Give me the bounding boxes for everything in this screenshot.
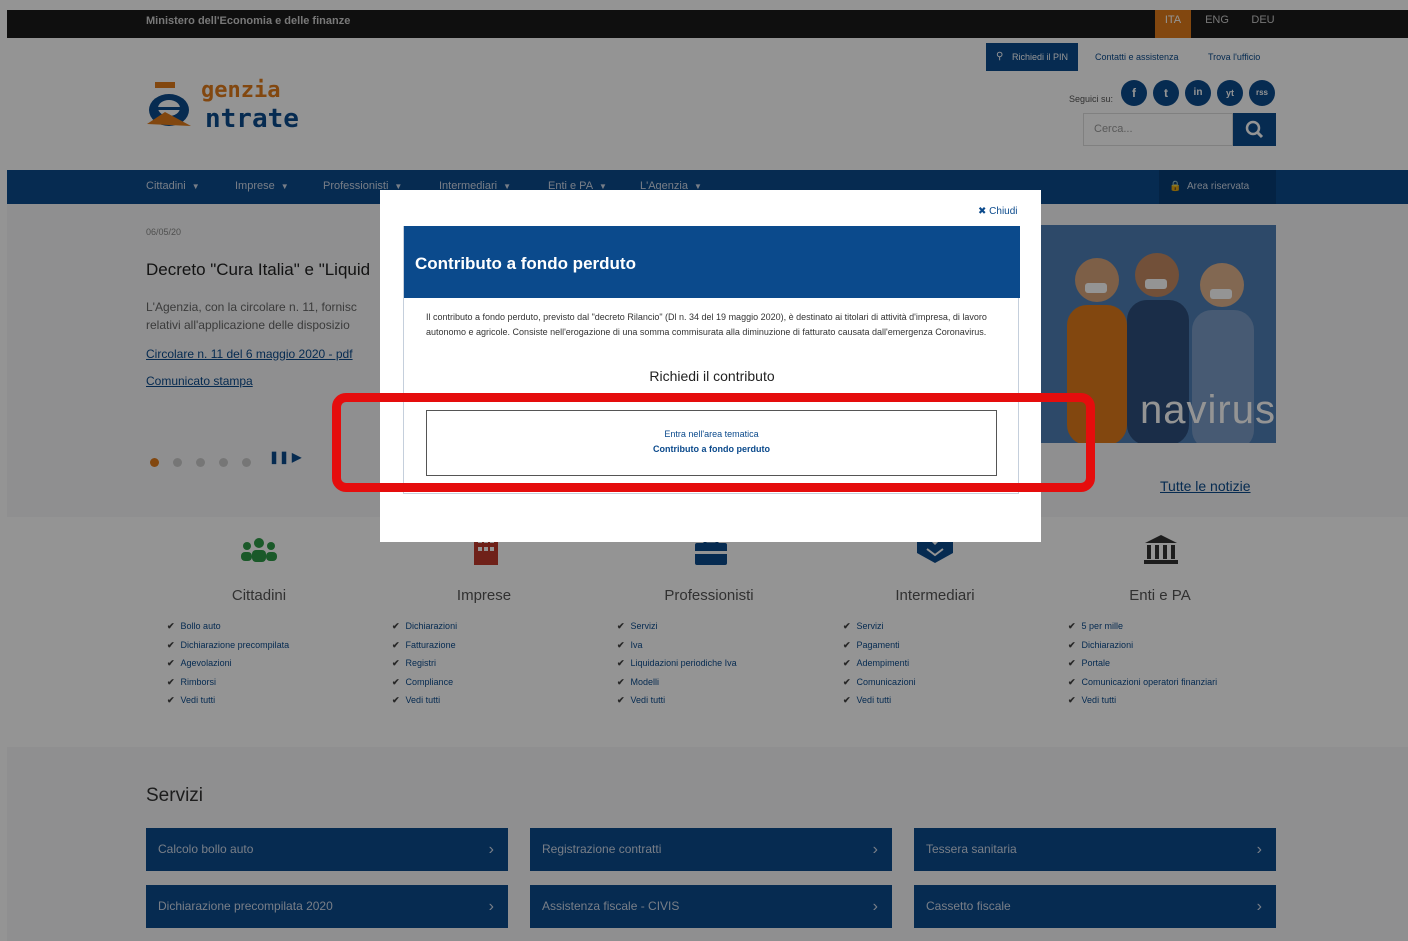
close-button[interactable]: ✖ Chiudi [978,206,1018,217]
highlight-annotation [332,393,1095,492]
close-label: Chiudi [989,206,1018,217]
modal-description: Il contributo a fondo perduto, previsto … [426,312,987,337]
modal-subtitle: Richiedi il contributo [649,368,775,384]
modal-title: Contributo a fondo perduto [404,226,1020,298]
close-icon: ✖ [978,206,987,217]
